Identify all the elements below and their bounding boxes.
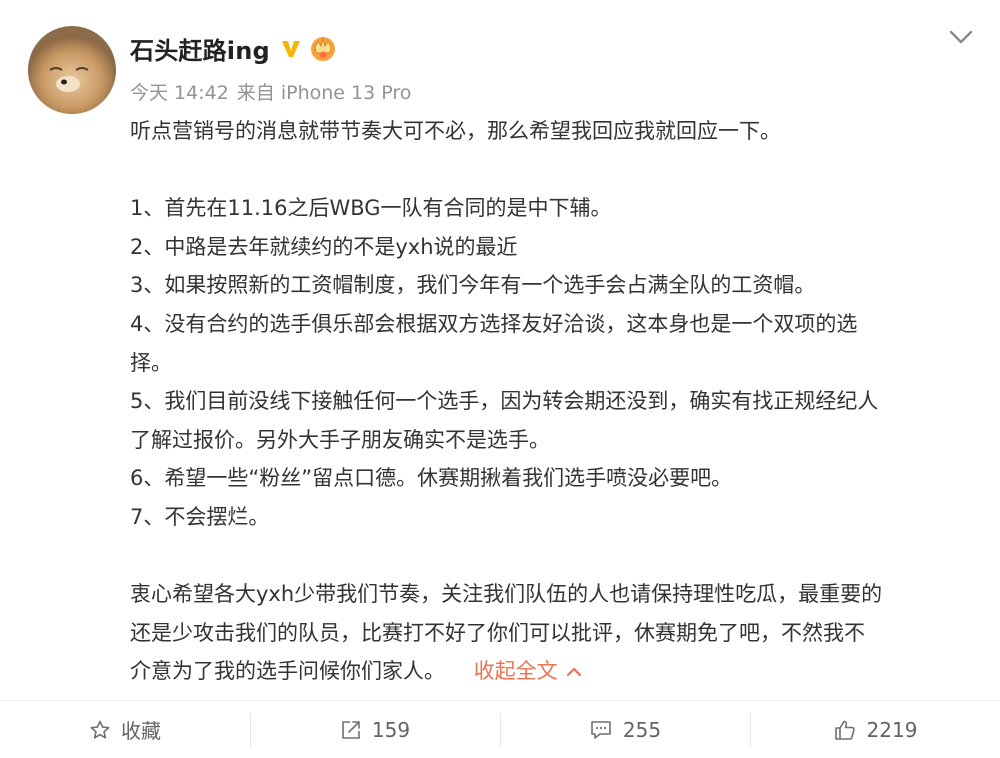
chevron-down-icon[interactable] bbox=[948, 28, 974, 46]
collapse-full-text-link[interactable]: 收起全文 bbox=[474, 652, 582, 691]
like-count: 2219 bbox=[866, 717, 918, 742]
post-source: 来自 iPhone 13 Pro bbox=[236, 82, 412, 104]
favorite-label: 收藏 bbox=[121, 719, 161, 743]
verified-icon bbox=[280, 37, 302, 59]
content-line: 4、没有合约的选手俱乐部会根据双方选择友好洽谈，这本身也是一个双项的选 bbox=[130, 311, 858, 336]
thumbs-up-icon bbox=[834, 720, 855, 740]
repost-button[interactable]: 159 bbox=[250, 701, 500, 758]
content-blank-line bbox=[130, 537, 980, 576]
content-line: 还是少攻击我们的队员，比赛打不好了你们可以批评，休赛期免了吧，不然我不 bbox=[130, 620, 865, 645]
content-line: 衷心希望各大yxh少带我们节奏，关注我们队伍的人也请保持理性吃瓜，最重要的 bbox=[130, 582, 883, 607]
content-line: 了解过报价。另外大手子朋友确实不是选手。 bbox=[130, 427, 550, 452]
action-bar: 收藏 159 255 2219 bbox=[0, 700, 1000, 758]
post-content: 听点营销号的消息就带节奏大可不必，那么希望我回应我就回应一下。 1、首先在11.… bbox=[130, 112, 980, 691]
chevron-up-icon bbox=[566, 667, 581, 676]
content-line: 3、如果按照新的工资帽制度，我们今年有一个选手会占满全队的工资帽。 bbox=[130, 273, 816, 298]
share-icon bbox=[342, 720, 360, 739]
repost-count: 159 bbox=[371, 717, 411, 742]
collapse-label: 收起全文 bbox=[473, 659, 558, 684]
content-line: 2、中路是去年就续约的不是yxh说的最近 bbox=[130, 234, 518, 259]
content-line: 1、首先在11.16之后WBG一队有合同的是中下辅。 bbox=[130, 196, 612, 221]
avatar[interactable] bbox=[28, 26, 116, 114]
content-line: 6、希望一些“粉丝”留点口德。休赛期揪着我们选手喷没必要吧。 bbox=[130, 466, 733, 491]
content-line: 择。 bbox=[130, 350, 172, 375]
favorite-button[interactable]: 收藏 bbox=[0, 701, 250, 758]
star-icon bbox=[90, 720, 110, 739]
comment-button[interactable]: 255 bbox=[500, 701, 750, 758]
like-button[interactable]: 2219 bbox=[750, 701, 1000, 758]
comment-count: 255 bbox=[622, 717, 662, 742]
content-line: 听点营销号的消息就带节奏大可不必，那么希望我回应我就回应一下。 bbox=[130, 119, 781, 143]
username[interactable]: 石头赶路ing bbox=[130, 31, 270, 66]
content-blank-line bbox=[130, 151, 980, 190]
post-timestamp[interactable]: 今天 14:42 bbox=[130, 78, 229, 105]
post-meta: 今天 14:42 来自 iPhone 13 Pro bbox=[130, 78, 411, 105]
content-line: 5、我们目前没线下接触任何一个选手，因为转会期还没到，确实有找正规经纪人 bbox=[130, 389, 879, 414]
content-last-line: 介意为了我的选手问候你们家人。 收起全文 bbox=[130, 652, 980, 691]
content-line-text: 介意为了我的选手问候你们家人。 bbox=[130, 659, 445, 684]
content-line: 7、不会摆烂。 bbox=[130, 504, 270, 529]
author-row: 石头赶路ing bbox=[130, 31, 338, 66]
weibo-post: 石头赶路ing 今天 14:42 来自 iPhone 13 Pro 听点营销号的… bbox=[0, 0, 1000, 758]
crown-icon bbox=[308, 33, 338, 63]
comment-icon bbox=[591, 720, 611, 739]
